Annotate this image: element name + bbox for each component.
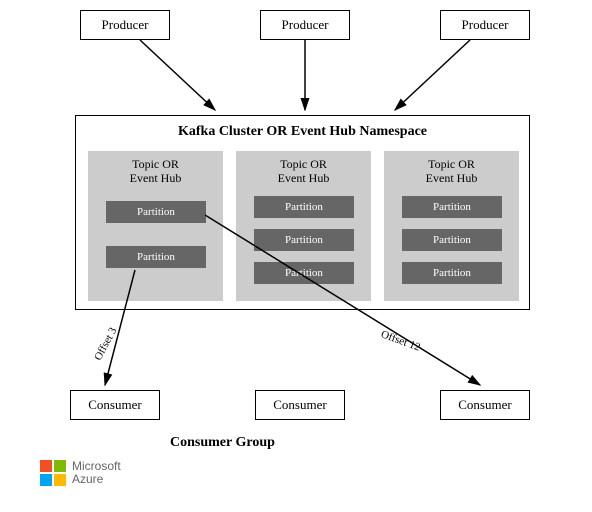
logo-square-bl — [40, 474, 52, 486]
producer-box-3: Producer — [440, 10, 530, 40]
architecture-diagram: Producer Producer Producer Kafka Cluster… — [0, 0, 592, 512]
partition-box: Partition — [402, 262, 502, 284]
producer-box-1: Producer — [80, 10, 170, 40]
consumer-label: Consumer — [458, 397, 511, 413]
partition-box: Partition — [254, 229, 354, 251]
azure-logo: Microsoft Azure — [40, 460, 121, 486]
topic-title: Topic OR Event Hub — [236, 157, 371, 186]
logo-square-br — [54, 474, 66, 486]
partition-label: Partition — [137, 251, 175, 263]
producer-label: Producer — [462, 17, 509, 33]
arrow-producer-1 — [140, 40, 215, 110]
partition-label: Partition — [285, 267, 323, 279]
consumer-box-2: Consumer — [255, 390, 345, 420]
producer-box-2: Producer — [260, 10, 350, 40]
topic-title: Topic OR Event Hub — [384, 157, 519, 186]
topic-box-1: Topic OR Event Hub Partition Partition — [88, 151, 223, 301]
cluster-title: Kafka Cluster OR Event Hub Namespace — [76, 124, 529, 140]
partition-box: Partition — [106, 201, 206, 223]
consumer-label: Consumer — [88, 397, 141, 413]
offset-label-right: Offset 12 — [379, 328, 422, 353]
logo-text: Microsoft Azure — [72, 460, 121, 486]
partition-label: Partition — [433, 201, 471, 213]
producer-label: Producer — [102, 17, 149, 33]
topic-box-3: Topic OR Event Hub Partition Partition P… — [384, 151, 519, 301]
consumer-box-3: Consumer — [440, 390, 530, 420]
partition-label: Partition — [285, 234, 323, 246]
offset-label-left: Offset 3 — [92, 325, 119, 362]
producer-label: Producer — [282, 17, 329, 33]
consumer-box-1: Consumer — [70, 390, 160, 420]
logo-product: Azure — [72, 473, 121, 486]
cluster-box: Kafka Cluster OR Event Hub Namespace Top… — [75, 115, 530, 310]
partition-box: Partition — [402, 196, 502, 218]
topic-title: Topic OR Event Hub — [88, 157, 223, 186]
logo-square-tr — [54, 460, 66, 472]
arrow-producer-3 — [395, 40, 470, 110]
topic-box-2: Topic OR Event Hub Partition Partition P… — [236, 151, 371, 301]
logo-square-tl — [40, 460, 52, 472]
partition-label: Partition — [137, 206, 175, 218]
partition-box: Partition — [254, 196, 354, 218]
partition-label: Partition — [285, 201, 323, 213]
partition-label: Partition — [433, 267, 471, 279]
partition-box: Partition — [402, 229, 502, 251]
consumer-group-label: Consumer Group — [170, 435, 275, 451]
partition-box: Partition — [106, 246, 206, 268]
consumer-label: Consumer — [273, 397, 326, 413]
partition-label: Partition — [433, 234, 471, 246]
partition-box: Partition — [254, 262, 354, 284]
microsoft-logo-icon — [40, 460, 66, 486]
